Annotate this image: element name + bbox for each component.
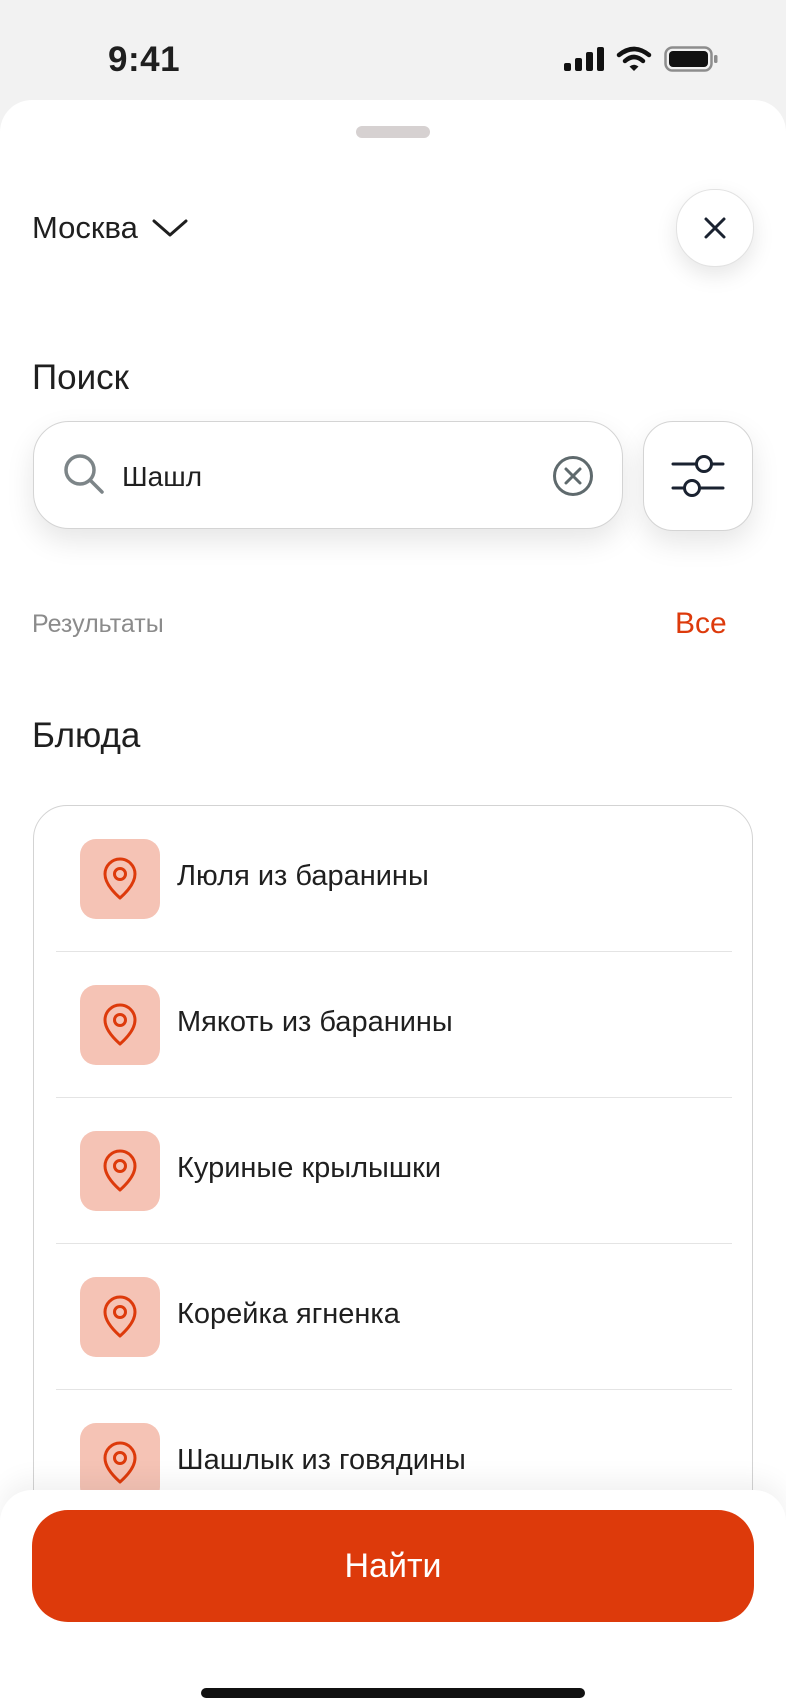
city-label: Москва [32, 210, 138, 245]
close-button[interactable] [676, 189, 754, 267]
list-item-label: Куриные крылышки [177, 1152, 442, 1184]
search-input[interactable] [120, 448, 544, 506]
cellular-signal-icon [564, 47, 604, 71]
chevron-down-icon [152, 219, 188, 237]
filter-sliders-icon [671, 455, 725, 497]
wifi-icon [616, 46, 652, 71]
status-time: 9:41 [108, 40, 181, 79]
list-item[interactable]: Корейка ягненка [34, 1244, 752, 1390]
home-indicator [201, 1688, 585, 1698]
list-item-label: Мякоть из баранины [177, 1006, 453, 1038]
city-selector[interactable]: Москва [32, 210, 188, 246]
location-pin-icon [80, 1131, 160, 1211]
search-title: Поиск [32, 358, 129, 397]
location-pin-icon [80, 1277, 160, 1357]
search-field[interactable] [33, 421, 623, 529]
status-bar: 9:41 [0, 0, 786, 100]
clear-icon[interactable] [552, 455, 594, 497]
battery-icon [664, 46, 718, 72]
list-item[interactable]: Куриные крылышки [34, 1098, 752, 1244]
status-icons [564, 46, 718, 72]
dishes-list: Люля из баранины Мякоть из баранины Кури… [33, 805, 753, 1565]
bottom-action-panel: Найти [0, 1490, 786, 1704]
filter-button[interactable] [643, 421, 753, 531]
sheet-grabber[interactable] [356, 126, 430, 138]
dishes-title: Блюда [32, 716, 141, 755]
results-all-link[interactable]: Все [675, 607, 727, 641]
list-item-label: Корейка ягненка [177, 1298, 400, 1330]
list-item[interactable]: Мякоть из баранины [34, 952, 752, 1098]
location-pin-icon [80, 839, 160, 919]
find-button[interactable]: Найти [32, 1510, 754, 1622]
list-item-label: Шашлык из говядины [177, 1444, 466, 1476]
search-icon [64, 454, 104, 494]
search-sheet: Москва Поиск Результаты Все Блюда [0, 100, 786, 1704]
location-pin-icon [80, 985, 160, 1065]
close-icon [704, 217, 726, 239]
list-item[interactable]: Люля из баранины [34, 806, 752, 952]
results-label: Результаты [32, 610, 164, 638]
list-item-label: Люля из баранины [177, 860, 429, 892]
